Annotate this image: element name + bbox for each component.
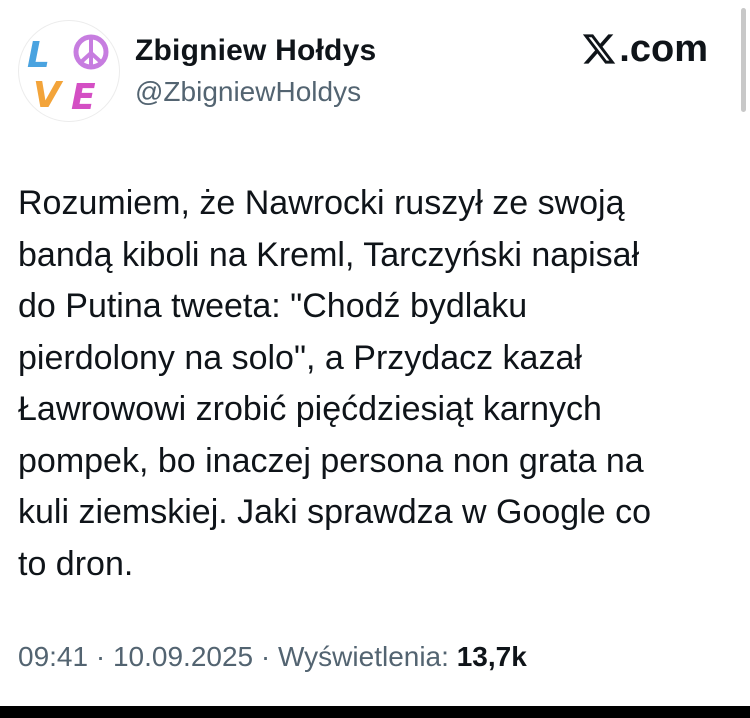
- avatar-letter-l: L: [27, 35, 50, 76]
- x-logo-icon: [583, 34, 616, 64]
- x-com-label: .com: [619, 28, 708, 70]
- user-handle[interactable]: @ZbigniewHoldys: [135, 76, 361, 108]
- avatar[interactable]: L V E: [18, 20, 120, 122]
- avatar-letter-v: V: [33, 75, 64, 116]
- love-logo-icon: L V E: [27, 34, 109, 118]
- meta-separator: ·: [88, 641, 113, 672]
- scrollbar[interactable]: [741, 8, 746, 112]
- tweet-date[interactable]: 10.09.2025: [113, 641, 253, 672]
- views-count: 13,7k: [456, 641, 527, 672]
- tweet-text: Rozumiem, że Nawrocki ruszył ze swoją ba…: [18, 184, 652, 583]
- peace-sign-icon: [73, 34, 109, 70]
- tweet-meta: 09:41 · 10.09.2025 · Wyświetlenia: 13,7k: [18, 640, 527, 674]
- views-label: Wyświetlenia:: [278, 641, 457, 672]
- tweet-card: L V E Zbigniew Hołdys @ZbigniewHoldys .c…: [0, 0, 750, 718]
- display-name[interactable]: Zbigniew Hołdys: [135, 34, 376, 69]
- bottom-bar: [0, 706, 750, 718]
- avatar-letter-e: E: [71, 77, 96, 118]
- meta-separator: ·: [253, 641, 278, 672]
- tweet-time[interactable]: 09:41: [18, 641, 88, 672]
- x-com-logo: .com: [581, 30, 708, 68]
